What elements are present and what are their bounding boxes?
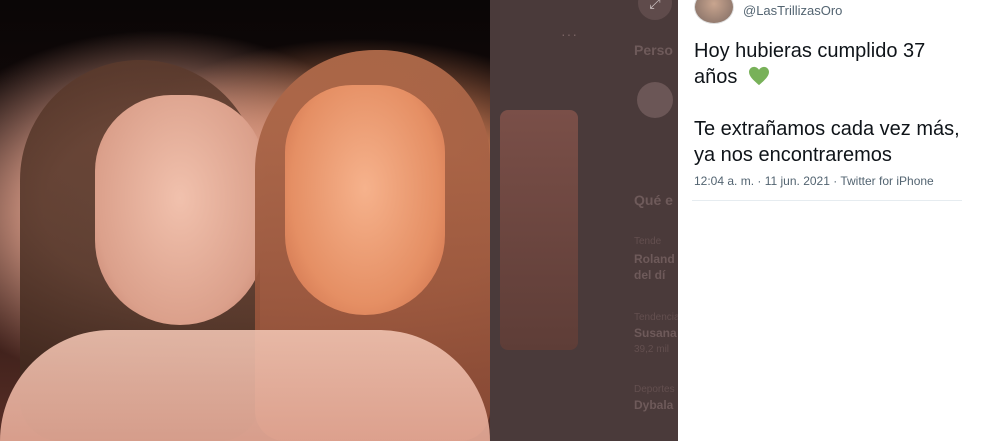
tweet-meta: 12:04 a. m. · 11 jun. 2021 · Twitter for… — [694, 174, 934, 188]
tweet-line-with-emoji: años — [694, 64, 984, 90]
trend-count: 39,2 mil — [634, 344, 670, 355]
more-options-icon: ··· — [561, 26, 578, 42]
expand-icon[interactable]: ⤢ — [638, 0, 672, 20]
tweet-line: años — [694, 66, 738, 88]
dimmed-timeline: ⤢ ··· Perso Qué e Tende Roland del dí Te… — [490, 0, 678, 441]
shoulders — [0, 330, 490, 441]
trend-name: Dybala — [634, 398, 674, 412]
person-left-face — [95, 95, 265, 325]
tweet-source[interactable]: Twitter for iPhone — [840, 174, 933, 188]
suggested-avatar — [637, 82, 673, 118]
section-title-trends: Qué e — [634, 192, 673, 208]
avatar[interactable] — [694, 0, 734, 24]
tweet-line: Te extrañamos cada vez más, — [694, 118, 960, 140]
trend-name: Roland — [634, 252, 675, 266]
tweet-text: Hoy hubieras cumplido 37 años Te extraña… — [694, 38, 984, 168]
meta-separator: · — [754, 174, 765, 188]
meta-separator: · — [829, 174, 841, 188]
person-right-face — [285, 85, 445, 315]
trend-context: Tendencia — [634, 312, 678, 323]
user-handle[interactable]: @LasTrillizasOro — [743, 3, 842, 18]
media-card — [500, 110, 578, 350]
green-heart-icon — [748, 66, 769, 86]
tweet-time[interactable]: 12:04 a. m. — [694, 174, 754, 188]
tweet-date[interactable]: 11 jun. 2021 — [765, 174, 830, 188]
trend-sub: del dí — [634, 268, 666, 282]
tweet-photo[interactable] — [0, 0, 490, 441]
trend-name: Susana — [634, 326, 677, 340]
divider — [692, 200, 962, 201]
tweet-line: Hoy hubieras cumplido 37 — [694, 40, 926, 62]
trend-context: Deportes — [634, 384, 675, 395]
tweet-panel: @LasTrillizasOro Hoy hubieras cumplido 3… — [678, 0, 992, 441]
section-title-who-to-follow: Perso — [634, 42, 673, 58]
tweet-line: ya nos encontraremos — [694, 144, 892, 166]
trend-context: Tende — [634, 236, 662, 247]
